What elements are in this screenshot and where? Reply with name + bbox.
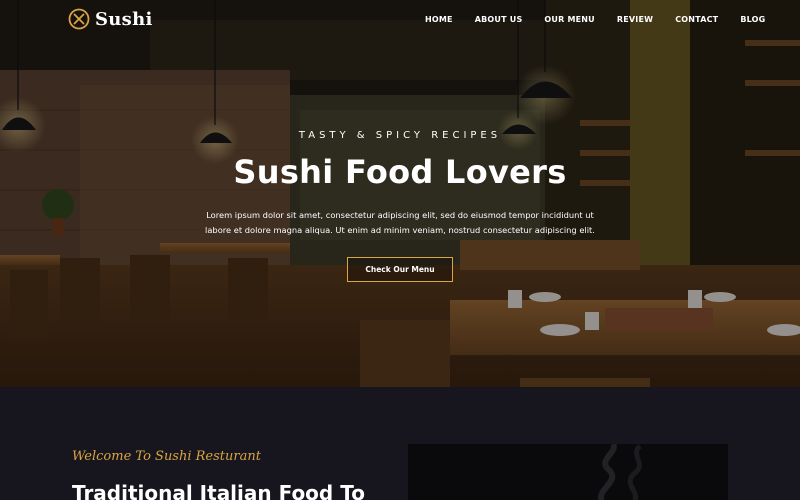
about-heading: Traditional Italian Food To — [72, 481, 365, 500]
hero-content: TASTY & SPICY RECIPES Sushi Food Lovers … — [0, 0, 800, 387]
hero-title: Sushi Food Lovers — [233, 153, 567, 191]
nav-blog[interactable]: BLOG — [740, 15, 765, 24]
brand-name: Sushi — [95, 8, 153, 30]
about-food-image — [408, 444, 728, 500]
nav-menu: HOME ABOUT US OUR MENU REVIEW CONTACT BL… — [425, 15, 765, 24]
nav-our-menu[interactable]: OUR MENU — [544, 15, 594, 24]
smoke-image — [598, 444, 642, 500]
brand-logo[interactable]: Sushi — [68, 8, 153, 30]
about-kicker: Welcome To Sushi Resturant — [72, 449, 261, 464]
hero-section: Sushi HOME ABOUT US OUR MENU REVIEW CONT… — [0, 0, 800, 387]
top-navbar: Sushi HOME ABOUT US OUR MENU REVIEW CONT… — [0, 0, 800, 40]
nav-about-us[interactable]: ABOUT US — [475, 15, 523, 24]
nav-contact[interactable]: CONTACT — [675, 15, 718, 24]
nav-review[interactable]: REVIEW — [617, 15, 653, 24]
check-our-menu-button[interactable]: Check Our Menu — [347, 257, 453, 282]
crossed-utensils-icon — [68, 8, 90, 30]
hero-eyebrow: TASTY & SPICY RECIPES — [298, 130, 502, 141]
hero-description: Lorem ipsum dolor sit amet, consectetur … — [205, 210, 595, 235]
about-section: Welcome To Sushi Resturant Traditional I… — [0, 387, 800, 500]
nav-home[interactable]: HOME — [425, 15, 453, 24]
